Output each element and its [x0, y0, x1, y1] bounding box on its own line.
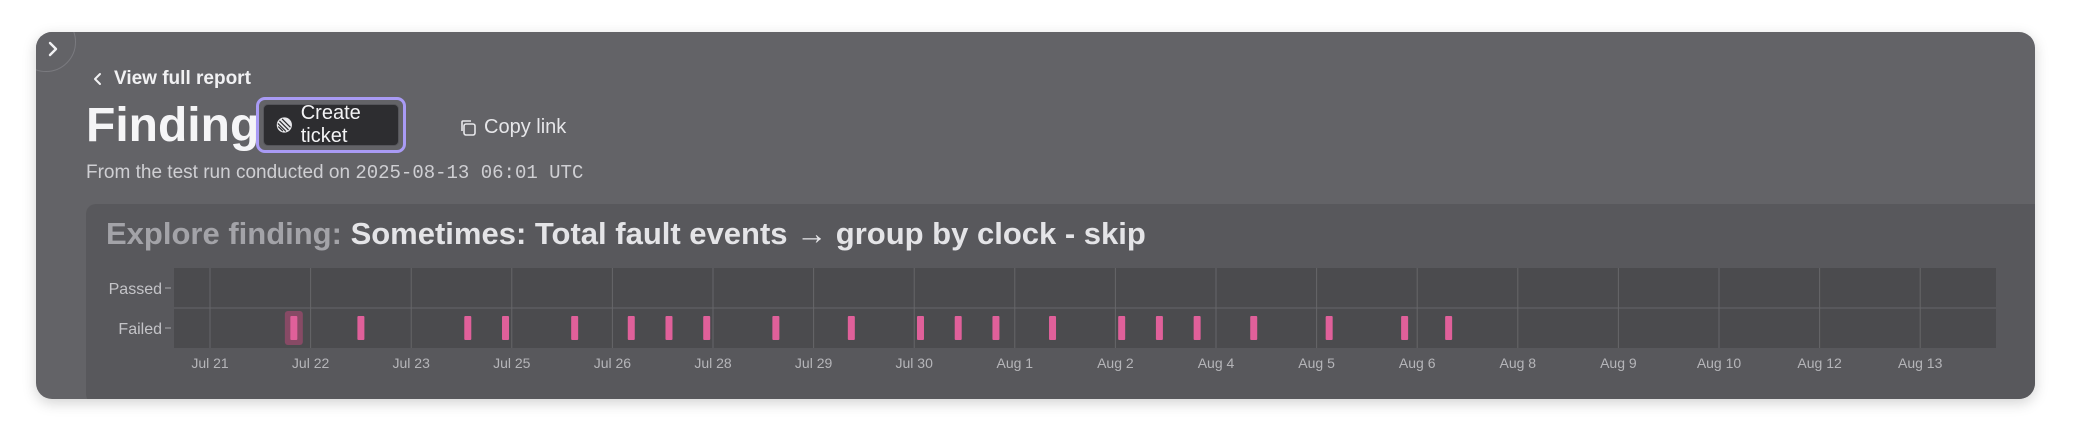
failed-event-marker[interactable] — [502, 316, 510, 340]
x-axis-tick-label: Aug 5 — [1298, 355, 1335, 371]
create-ticket-focus-ring: Create ticket — [256, 97, 406, 153]
x-axis-tick-label: Aug 10 — [1697, 355, 1742, 371]
failed-event-marker[interactable] — [916, 316, 924, 340]
failed-event-marker[interactable] — [1325, 316, 1333, 340]
copy-icon — [461, 119, 476, 136]
failed-event-marker[interactable] — [290, 316, 298, 340]
explore-finding-card: Explore finding: Sometimes: Total fault … — [86, 204, 2035, 399]
x-axis-tick-label: Jul 28 — [694, 355, 732, 371]
create-ticket-button[interactable]: Create ticket — [263, 102, 399, 147]
x-axis-tick-label: Aug 8 — [1500, 355, 1537, 371]
failed-event-marker[interactable] — [357, 316, 365, 340]
subtitle-prefix: From the test run conducted on — [86, 162, 356, 183]
failed-event-marker[interactable] — [1445, 316, 1453, 340]
failed-event-marker[interactable] — [571, 316, 579, 340]
failed-event-marker[interactable] — [464, 316, 472, 340]
copy-link-label: Copy link — [484, 116, 567, 138]
failed-event-marker[interactable] — [1401, 316, 1409, 340]
x-axis-tick-label: Jul 23 — [393, 355, 431, 371]
x-axis-tick-label: Aug 13 — [1898, 355, 1943, 371]
x-axis-tick-label: Aug 12 — [1797, 355, 1842, 371]
view-full-report-link[interactable]: View full report — [92, 68, 251, 90]
x-axis-tick-label: Jul 26 — [594, 355, 632, 371]
y-axis-label-passed: Passed — [109, 281, 162, 298]
failed-event-marker[interactable] — [703, 316, 711, 340]
chevron-right-icon — [48, 41, 58, 57]
failed-event-marker[interactable] — [1049, 316, 1057, 340]
x-axis-tick-label: Jul 30 — [896, 355, 934, 371]
copy-link-button[interactable]: Copy link — [458, 116, 566, 139]
x-axis-tick-label: Aug 9 — [1600, 355, 1637, 371]
failed-event-marker[interactable] — [1118, 316, 1126, 340]
finding-timeline-chart: Passed Failed Jul 21 Jul 22 Jul 23 Jul 25 Jul … — [109, 268, 1996, 371]
chevron-left-icon — [94, 73, 101, 85]
failed-event-marker[interactable] — [847, 316, 855, 340]
x-axis-tick-label: Jul 25 — [493, 355, 531, 371]
x-axis-tick-label: Jul 22 — [292, 355, 330, 371]
failed-event-marker[interactable] — [627, 316, 635, 340]
failed-event-marker[interactable] — [992, 316, 1000, 340]
failed-event-marker[interactable] — [1250, 316, 1258, 340]
run-timestamp: 2025-08-13 06:01 UTC — [355, 162, 584, 184]
failed-event-marker[interactable] — [772, 316, 780, 340]
x-axis-tick-label: Jul 21 — [191, 355, 229, 371]
x-axis-tick-label: Aug 4 — [1198, 355, 1235, 371]
failed-event-marker[interactable] — [954, 316, 962, 340]
linear-logo-icon — [276, 117, 292, 133]
run-timestamp-text: From the test run conducted on 2025-08-1… — [86, 162, 583, 184]
x-axis-tick-label: Aug 6 — [1399, 355, 1436, 371]
finding-panel: View full report Finding Create ticket C… — [36, 32, 2035, 399]
view-full-report-label: View full report — [114, 68, 251, 89]
x-axis-tick-label: Jul 29 — [795, 355, 833, 371]
page-title: Finding — [86, 99, 260, 152]
create-ticket-label: Create ticket — [300, 102, 361, 147]
expand-sidebar-button[interactable] — [36, 32, 76, 72]
failed-event-marker[interactable] — [665, 316, 673, 340]
y-axis-label-failed: Failed — [118, 321, 162, 338]
failed-event-marker[interactable] — [1155, 316, 1163, 340]
x-axis-tick-label: Aug 2 — [1097, 355, 1134, 371]
x-axis-tick-label: Aug 1 — [997, 355, 1034, 371]
failed-event-marker[interactable] — [1193, 316, 1201, 340]
